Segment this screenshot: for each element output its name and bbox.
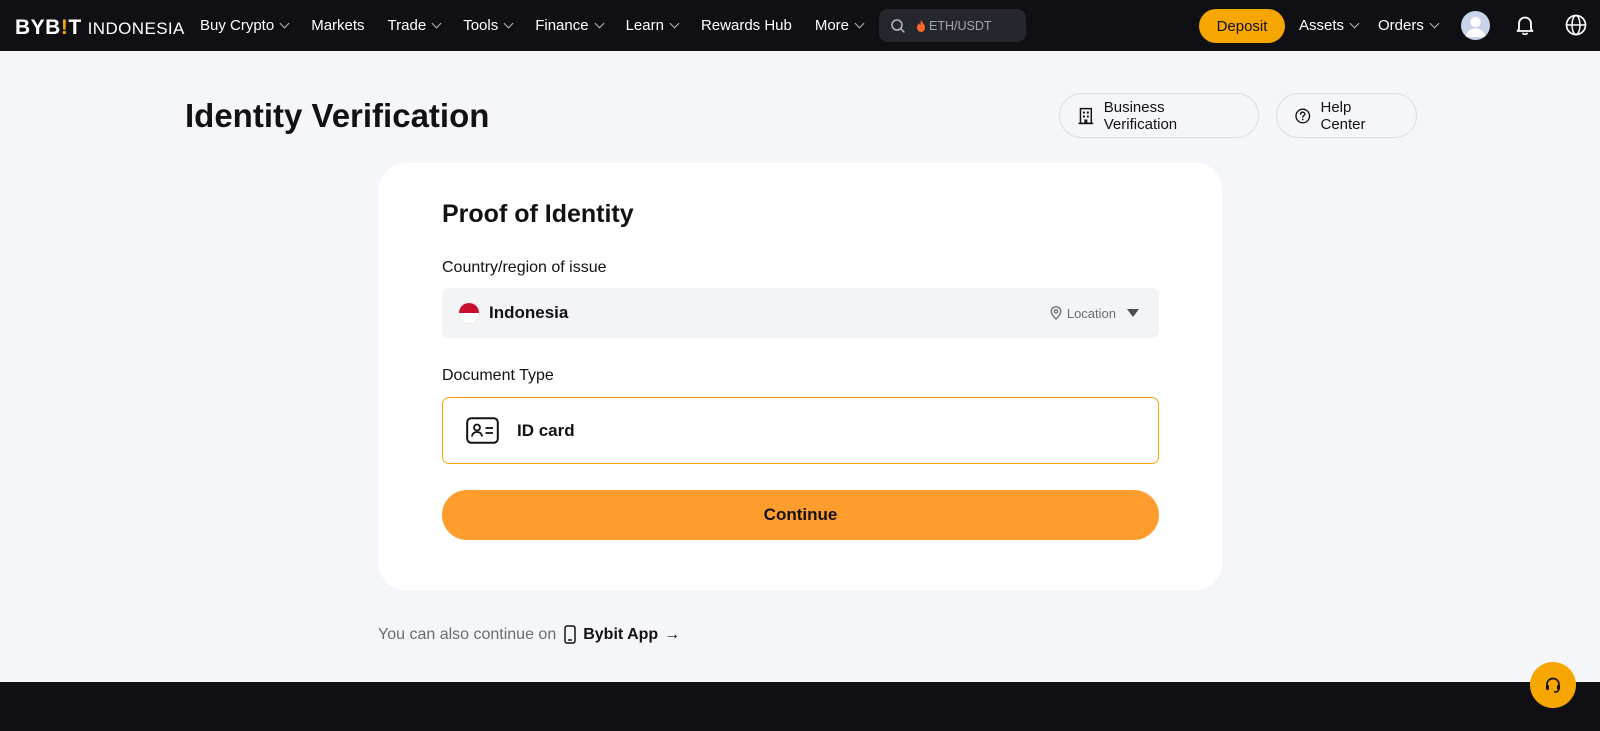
help-center-button[interactable]: Help Center xyxy=(1276,93,1417,138)
headset-icon xyxy=(1546,677,1560,693)
nav-markets[interactable]: Markets xyxy=(311,17,364,34)
continue-on-app: You can also continue on Bybit App → xyxy=(378,625,680,644)
support-chat-button[interactable] xyxy=(1530,662,1576,708)
phone-icon xyxy=(564,625,576,644)
building-icon xyxy=(1078,107,1094,124)
deposit-button[interactable]: Deposit xyxy=(1199,9,1285,43)
search-icon xyxy=(891,18,905,33)
nav-learn[interactable]: Learn xyxy=(626,17,680,34)
document-type-label: Document Type xyxy=(442,367,554,384)
help-center-label: Help Center xyxy=(1320,98,1366,133)
top-navigation-bar: BYB!T INDONESIA Buy Crypto Markets Trade… xyxy=(0,0,1600,51)
continue-button[interactable]: Continue xyxy=(442,490,1159,540)
globe-icon[interactable] xyxy=(1564,13,1588,37)
arrow-right-icon: → xyxy=(664,625,681,643)
avatar-icon[interactable] xyxy=(1461,11,1490,40)
nav-trade[interactable]: Trade xyxy=(388,17,442,34)
nav-assets[interactable]: Assets xyxy=(1299,17,1360,34)
bybit-app-link[interactable]: Bybit App xyxy=(583,626,658,644)
country-select[interactable]: Indonesia Location xyxy=(442,288,1159,338)
chevron-down-icon xyxy=(1429,18,1440,29)
chevron-down-icon xyxy=(279,18,290,29)
nav-more[interactable]: More xyxy=(815,17,865,34)
location-indicator: Location xyxy=(1050,288,1139,338)
document-option-label: ID card xyxy=(517,420,575,440)
location-pin-icon xyxy=(1050,306,1062,320)
proof-of-identity-card: Proof of Identity Country/region of issu… xyxy=(379,163,1222,590)
search-input[interactable]: ETH/USDT xyxy=(879,9,1026,42)
chevron-down-icon xyxy=(431,18,442,29)
country-value: Indonesia xyxy=(489,303,569,322)
footer xyxy=(0,682,1600,731)
country-label: Country/region of issue xyxy=(442,259,607,276)
document-option-id-card[interactable]: ID card xyxy=(442,397,1159,464)
page-title: Identity Verification xyxy=(185,97,490,134)
chevron-down-icon xyxy=(1349,18,1360,29)
business-verification-label: Business Verification xyxy=(1103,98,1178,133)
id-card-icon xyxy=(466,417,499,444)
help-icon xyxy=(1295,108,1311,123)
logo-region: INDONESIA xyxy=(87,19,185,38)
nav-orders[interactable]: Orders xyxy=(1378,17,1440,34)
nav-tools[interactable]: Tools xyxy=(463,17,514,34)
flame-icon xyxy=(917,19,925,32)
app-prompt-text: You can also continue on xyxy=(378,625,557,643)
nav-rewards-hub[interactable]: Rewards Hub xyxy=(701,17,792,34)
bell-icon[interactable] xyxy=(1513,13,1537,37)
nav-buy-crypto[interactable]: Buy Crypto xyxy=(200,17,290,34)
indonesia-flag-icon xyxy=(458,302,480,324)
card-title: Proof of Identity xyxy=(442,200,634,228)
business-verification-button[interactable]: Business Verification xyxy=(1059,93,1259,138)
chevron-down-icon xyxy=(503,18,514,29)
logo-brand: BYB!T xyxy=(15,16,82,39)
chevron-down-icon xyxy=(854,18,865,29)
bybit-indonesia-logo[interactable]: BYB!T INDONESIA xyxy=(15,16,185,40)
nav-finance[interactable]: Finance xyxy=(535,17,605,34)
chevron-down-icon xyxy=(669,18,680,29)
main-nav: Buy Crypto Markets Trade Tools Finance L… xyxy=(200,0,886,51)
location-label: Location xyxy=(1066,305,1116,321)
account-nav: Assets Orders xyxy=(1299,0,1458,51)
chevron-down-icon xyxy=(594,18,605,29)
caret-down-icon xyxy=(1127,309,1139,317)
search-placeholder: ETH/USDT xyxy=(929,18,992,33)
